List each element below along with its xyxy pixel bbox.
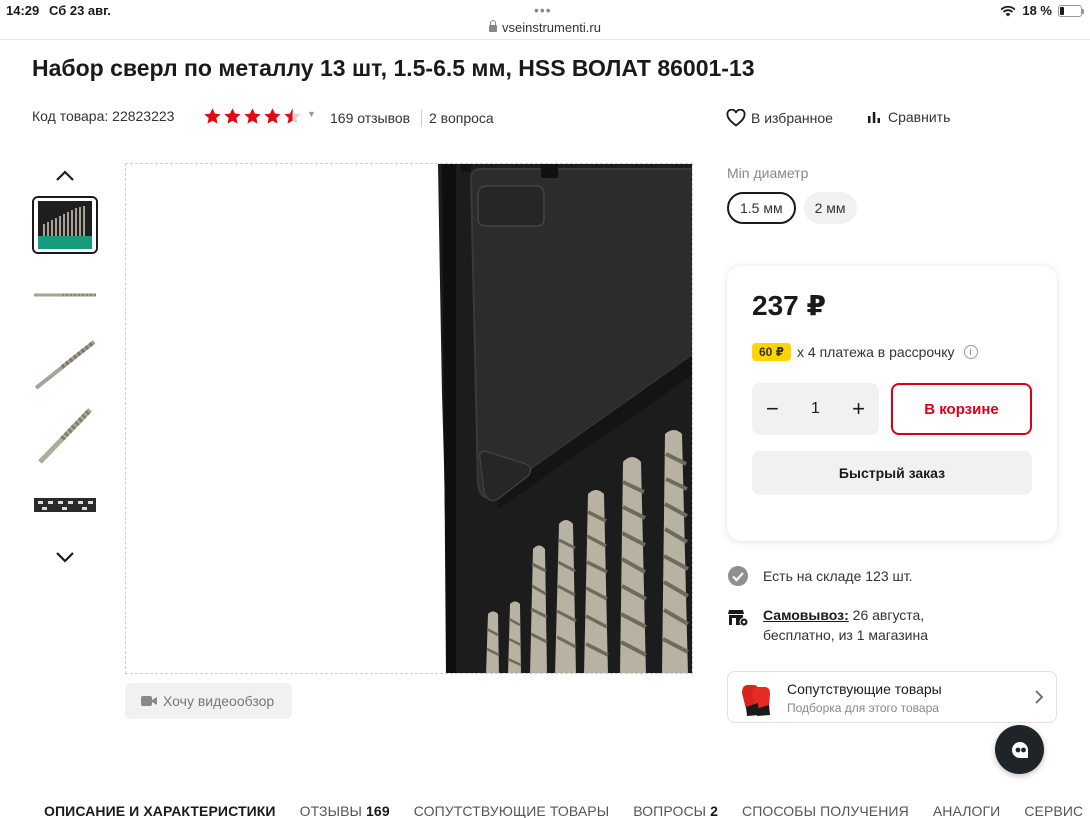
pickup-text: Самовывоз: 26 августа, бесплатно, из 1 м… bbox=[763, 605, 928, 645]
store-pin-icon bbox=[728, 610, 749, 627]
favorite-button[interactable]: В избранное bbox=[726, 109, 833, 127]
stock-status: Есть на складе 123 шт. bbox=[727, 565, 913, 587]
check-circle-icon bbox=[728, 566, 748, 586]
related-title: Сопутствующие товары bbox=[787, 681, 942, 697]
wifi-icon bbox=[1000, 5, 1016, 16]
tab-service[interactable]: Сервис bbox=[1024, 803, 1083, 818]
chevron-down-icon[interactable] bbox=[54, 546, 76, 568]
divider bbox=[421, 109, 422, 127]
chat-button[interactable] bbox=[995, 725, 1044, 774]
tab-label: Аналоги bbox=[932, 803, 1001, 818]
info-icon[interactable]: i bbox=[963, 345, 978, 359]
star-half-icon bbox=[284, 108, 301, 124]
star-icon bbox=[264, 108, 281, 124]
status-date: Сб 23 авг. bbox=[49, 3, 111, 18]
option-chip-2[interactable]: 2 мм bbox=[803, 192, 857, 224]
heart-icon bbox=[726, 109, 746, 127]
star-icon bbox=[204, 108, 221, 124]
option-chip-1-5[interactable]: 1.5 мм bbox=[727, 192, 796, 224]
thumbnail-drill-diagonal[interactable] bbox=[32, 336, 98, 394]
tab-label: Отзывы bbox=[299, 803, 363, 818]
installment-text: x 4 платежа в рассрочку bbox=[797, 344, 955, 360]
pickup-date: 26 августа, bbox=[848, 607, 925, 623]
rating-stars[interactable] bbox=[203, 107, 302, 126]
installment-badge: 60 ₽ bbox=[752, 343, 792, 361]
chat-icon bbox=[1011, 741, 1028, 758]
pickup-details: бесплатно, из 1 магазина bbox=[763, 627, 928, 643]
quantity-stepper: − 1 + bbox=[752, 383, 879, 435]
star-icon bbox=[224, 108, 241, 124]
in-cart-button[interactable]: В корзине bbox=[891, 383, 1032, 435]
tab-questions[interactable]: Вопросы 2 bbox=[633, 803, 718, 818]
tab-label: Способы получения bbox=[742, 803, 909, 818]
tab-related[interactable]: Сопутствующие товары bbox=[414, 803, 609, 818]
url-text: vseinstrumenti.ru bbox=[502, 20, 601, 35]
tab-label: Описание и характеристики bbox=[44, 803, 276, 818]
quantity-value[interactable]: 1 bbox=[811, 400, 820, 418]
option-chips: 1.5 мм 2 мм bbox=[727, 192, 857, 224]
tab-count: 169 bbox=[366, 803, 390, 818]
tab-reviews[interactable]: Отзывы 169 bbox=[300, 803, 390, 818]
star-icon bbox=[244, 108, 261, 124]
product-photo bbox=[126, 164, 692, 673]
main-product-image[interactable] bbox=[125, 163, 693, 674]
status-bar: 14:29 Сб 23 авг. ••• vseinstrumenti.ru 1… bbox=[0, 0, 1090, 40]
video-camera-icon bbox=[141, 696, 157, 706]
minus-icon[interactable]: − bbox=[766, 398, 779, 420]
favorite-label: В избранное bbox=[751, 110, 833, 126]
pickup-link[interactable]: Самовывоз: bbox=[763, 607, 849, 623]
option-label: Min диаметр bbox=[727, 165, 809, 181]
reviews-link[interactable]: 169 отзывов bbox=[330, 110, 410, 126]
chevron-up-icon[interactable] bbox=[54, 165, 76, 187]
tab-description[interactable]: Описание и характеристики bbox=[44, 803, 276, 818]
battery-icon bbox=[1058, 4, 1084, 17]
chevron-down-icon[interactable]: ▼ bbox=[307, 109, 316, 119]
questions-link[interactable]: 2 вопроса bbox=[429, 110, 494, 126]
price: 237 ₽ bbox=[752, 290, 826, 321]
installment-info: 60 ₽ x 4 платежа в рассрочку i bbox=[752, 343, 978, 361]
tab-label: Сервис bbox=[1024, 803, 1084, 818]
compare-button[interactable]: Сравнить bbox=[867, 109, 950, 125]
compare-label: Сравнить bbox=[888, 109, 951, 125]
related-subtitle: Подборка для этого товара bbox=[787, 701, 939, 715]
gloves-thumbnail bbox=[742, 685, 770, 716]
address-bar[interactable]: vseinstrumenti.ru bbox=[0, 20, 1090, 35]
lock-icon bbox=[489, 20, 497, 32]
tab-analogs[interactable]: Аналоги bbox=[933, 803, 1001, 818]
status-time: 14:29 bbox=[6, 3, 40, 18]
product-tabs: Описание и характеристики Отзывы 169 Сопу… bbox=[44, 803, 1090, 818]
thumbnail-case[interactable] bbox=[32, 476, 98, 534]
tab-delivery[interactable]: Способы получения bbox=[742, 803, 909, 818]
more-dots-icon[interactable]: ••• bbox=[534, 2, 552, 18]
tab-label: Сопутствующие товары bbox=[413, 803, 610, 818]
video-review-button[interactable]: Хочу видеообзор bbox=[125, 683, 292, 719]
page-title: Набор сверл по металлу 13 шт, 1.5-6.5 мм… bbox=[32, 55, 755, 81]
chevron-right-icon bbox=[1035, 690, 1044, 704]
video-review-label: Хочу видеообзор bbox=[163, 693, 275, 709]
quick-order-button[interactable]: Быстрый заказ bbox=[752, 451, 1032, 495]
price-card: 237 ₽ 60 ₽ x 4 платежа в рассрочку i − 1… bbox=[727, 266, 1057, 541]
thumbnail-drill-closeup[interactable] bbox=[32, 406, 98, 464]
stock-text: Есть на складе 123 шт. bbox=[763, 568, 913, 584]
product-sku: Код товара: 22823223 bbox=[32, 108, 175, 124]
related-products-card[interactable]: Сопутствующие товары Подборка для этого … bbox=[727, 671, 1057, 723]
plus-icon[interactable]: + bbox=[852, 398, 865, 420]
tab-count: 2 bbox=[710, 803, 719, 818]
bar-chart-icon bbox=[868, 112, 880, 123]
thumbnail-drill-set[interactable] bbox=[32, 196, 98, 254]
status-right: 18 % bbox=[1000, 3, 1084, 18]
thumbnail-drill-horizontal[interactable] bbox=[32, 266, 98, 324]
tab-label: Вопросы bbox=[633, 803, 707, 818]
product-meta-row: Код товара: 22823223 ▼ 169 отзывов 2 воп… bbox=[32, 108, 1062, 130]
battery-text: 18 % bbox=[1022, 3, 1052, 18]
